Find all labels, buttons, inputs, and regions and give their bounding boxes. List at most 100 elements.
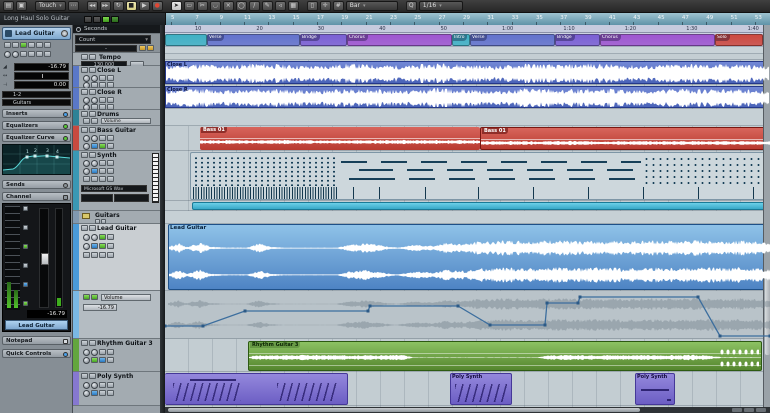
folder-part-guitars[interactable] xyxy=(192,202,770,210)
track-row-seconds[interactable]: Seconds xyxy=(73,25,160,34)
edit-channel-icon[interactable] xyxy=(61,30,68,37)
horizontal-scrollbar[interactable] xyxy=(165,407,770,413)
input-routing-field[interactable]: 1-2 xyxy=(2,91,71,98)
snap-button[interactable]: ✛ xyxy=(320,1,331,11)
track-row-bass-guitar[interactable]: Bass Guitar xyxy=(73,126,160,151)
inserts-section-header[interactable]: Inserts xyxy=(2,109,71,118)
toggle-button[interactable] xyxy=(93,16,101,23)
track-controls[interactable] xyxy=(83,252,115,271)
arranger-section-chorus[interactable]: Chorus xyxy=(600,34,715,46)
play-button[interactable]: ▶ xyxy=(139,1,150,11)
midi-part-poly-b[interactable]: Poly Synth xyxy=(450,373,512,405)
toggle-button-active[interactable] xyxy=(102,16,110,23)
autoscroll-button[interactable]: ▯ xyxy=(307,1,318,11)
midi-channel-field[interactable] xyxy=(81,194,113,202)
automation-lane-volume[interactable]: Volume -16.79 xyxy=(73,291,160,339)
equalizers-section-header[interactable]: Equalizers xyxy=(2,121,71,130)
snap-type-select[interactable]: Bar ▾ xyxy=(346,1,398,11)
track-row-close-l[interactable]: Close L xyxy=(73,66,160,88)
midi-part-poly-a[interactable] xyxy=(165,373,348,405)
output-routing-field[interactable]: Guitars xyxy=(2,99,71,106)
zoom-tool[interactable]: ◯ xyxy=(236,1,247,11)
color-tool[interactable]: ▦ xyxy=(288,1,299,11)
track-row-arranger[interactable]: Count ▾ - xyxy=(73,34,160,53)
stop-button[interactable]: ■ xyxy=(126,1,137,11)
arranger-section-verse[interactable]: Verse xyxy=(207,34,300,46)
setup-icon[interactable]: ▣ xyxy=(16,1,27,11)
volume-automation-lane[interactable] xyxy=(165,291,770,339)
zoom-out-button[interactable] xyxy=(732,408,742,412)
track-row-close-r[interactable]: Close R xyxy=(73,88,160,110)
forward-button[interactable]: ▸▸ xyxy=(100,1,111,11)
track-row-synth[interactable]: Synth Microsoft GS Wav xyxy=(73,151,160,211)
automation-curve[interactable] xyxy=(165,291,770,339)
arranger-track-row[interactable]: VerseBridgeChorusIntroVerseBridgeChorusS… xyxy=(165,33,770,47)
draw-tool[interactable]: ✎ xyxy=(262,1,273,11)
fader-slot[interactable] xyxy=(39,208,49,308)
erase-tool[interactable]: × xyxy=(223,1,234,11)
more-options-button[interactable]: ⋯ xyxy=(68,1,79,11)
inspector-track-header[interactable]: Lead Guitar xyxy=(2,27,71,40)
fader-value[interactable]: -16.79 xyxy=(27,310,67,318)
arranger-item-field[interactable]: - xyxy=(75,45,137,52)
eq-curve-display[interactable]: 1234 xyxy=(2,144,71,175)
audio-event-lead-guitar[interactable]: Lead Guitar xyxy=(168,224,770,290)
lane-parameter-select[interactable]: Volume xyxy=(101,118,151,124)
quick-controls-section-header[interactable]: Quick Controls xyxy=(2,349,71,358)
track-row-tempo[interactable]: Tempo 130.000 xyxy=(73,53,160,66)
range-tool[interactable]: ▭ xyxy=(184,1,195,11)
audio-event-close-r[interactable]: Close R xyxy=(165,86,770,108)
audition-tool[interactable]: ◃ xyxy=(275,1,286,11)
zoom-in-button[interactable] xyxy=(756,408,766,412)
pointer-tool[interactable]: ➤ xyxy=(171,1,182,11)
midi-bank-field[interactable] xyxy=(114,194,149,202)
track-row-lead-guitar[interactable]: Lead Guitar xyxy=(73,224,160,291)
track-row-poly-synth[interactable]: Poly Synth xyxy=(73,372,160,406)
midi-output-select[interactable]: Microsoft GS Wav xyxy=(81,185,147,192)
equalizer-curve-section-header[interactable]: Equalizer Curve xyxy=(2,133,71,142)
track-row-rhythm-guitar[interactable]: Rhythm Guitar 3 xyxy=(73,339,160,372)
audio-event-rhythm-guitar[interactable]: Rhythm Guitar 3 xyxy=(248,341,762,371)
audio-event-bass-02[interactable]: Bass 01 xyxy=(480,127,770,150)
lane-parameter-select[interactable]: Volume xyxy=(101,294,151,301)
tracklist-toggle-buttons[interactable] xyxy=(84,16,119,23)
fader-handle[interactable] xyxy=(41,253,49,265)
piano-keyboard[interactable] xyxy=(152,153,159,203)
audio-event-bass-01[interactable]: Bass 01 xyxy=(200,127,480,150)
mute-tool[interactable]: / xyxy=(249,1,260,11)
monitor-icon[interactable]: ▤ xyxy=(3,1,14,11)
scrollbar-handle[interactable] xyxy=(168,408,640,412)
notepad-section-header[interactable]: Notepad xyxy=(2,336,71,345)
glue-tool[interactable]: ◡ xyxy=(210,1,221,11)
automation-mode-select[interactable]: Touch ▾ xyxy=(35,1,66,11)
arranger-section-chorus[interactable]: Chorus xyxy=(347,34,452,46)
zoom-slider[interactable] xyxy=(744,408,754,412)
record-button[interactable]: ● xyxy=(152,1,163,11)
bar-ruler[interactable]: 5791113151719212325272931333537394143454… xyxy=(165,13,770,25)
arranger-section-bridge[interactable]: Bridge xyxy=(300,34,347,46)
rewind-button[interactable]: ◂◂ xyxy=(87,1,98,11)
toggle-button[interactable] xyxy=(84,16,92,23)
automation-value-field[interactable]: -16.79 xyxy=(83,304,117,311)
arranger-chain-select[interactable]: Count ▾ xyxy=(75,35,151,44)
cycle-button[interactable]: ↻ xyxy=(113,1,124,11)
quantize-icon[interactable]: Q xyxy=(406,1,417,11)
sends-section-header[interactable]: Sends xyxy=(2,180,71,189)
arranger-section-solo[interactable]: Solo xyxy=(715,34,763,46)
quantize-select[interactable]: 1/16 ▾ xyxy=(419,1,463,11)
midi-part-poly-c[interactable]: Poly Synth xyxy=(635,373,675,405)
arranger-section-bridge[interactable]: Bridge xyxy=(555,34,600,46)
pan-field[interactable] xyxy=(14,72,69,80)
seconds-ruler[interactable]: 10203040501:001:101:201:301:40 xyxy=(165,25,770,33)
track-row-guitars-folder[interactable]: Guitars xyxy=(73,211,160,224)
volume-field[interactable]: -16.79 xyxy=(14,63,69,71)
arranger-section-intro[interactable]: Intro xyxy=(452,34,470,46)
split-tool[interactable]: ✂ xyxy=(197,1,208,11)
folder-icon[interactable] xyxy=(82,213,90,219)
midi-part-synth[interactable] xyxy=(190,152,770,200)
tempo-track-row[interactable] xyxy=(165,47,770,54)
toggle-button-active[interactable] xyxy=(111,16,119,23)
arranger-section-verse[interactable]: Verse xyxy=(470,34,555,46)
audio-event-close-l[interactable]: Close L xyxy=(165,61,770,84)
arranger-section[interactable] xyxy=(165,34,207,46)
